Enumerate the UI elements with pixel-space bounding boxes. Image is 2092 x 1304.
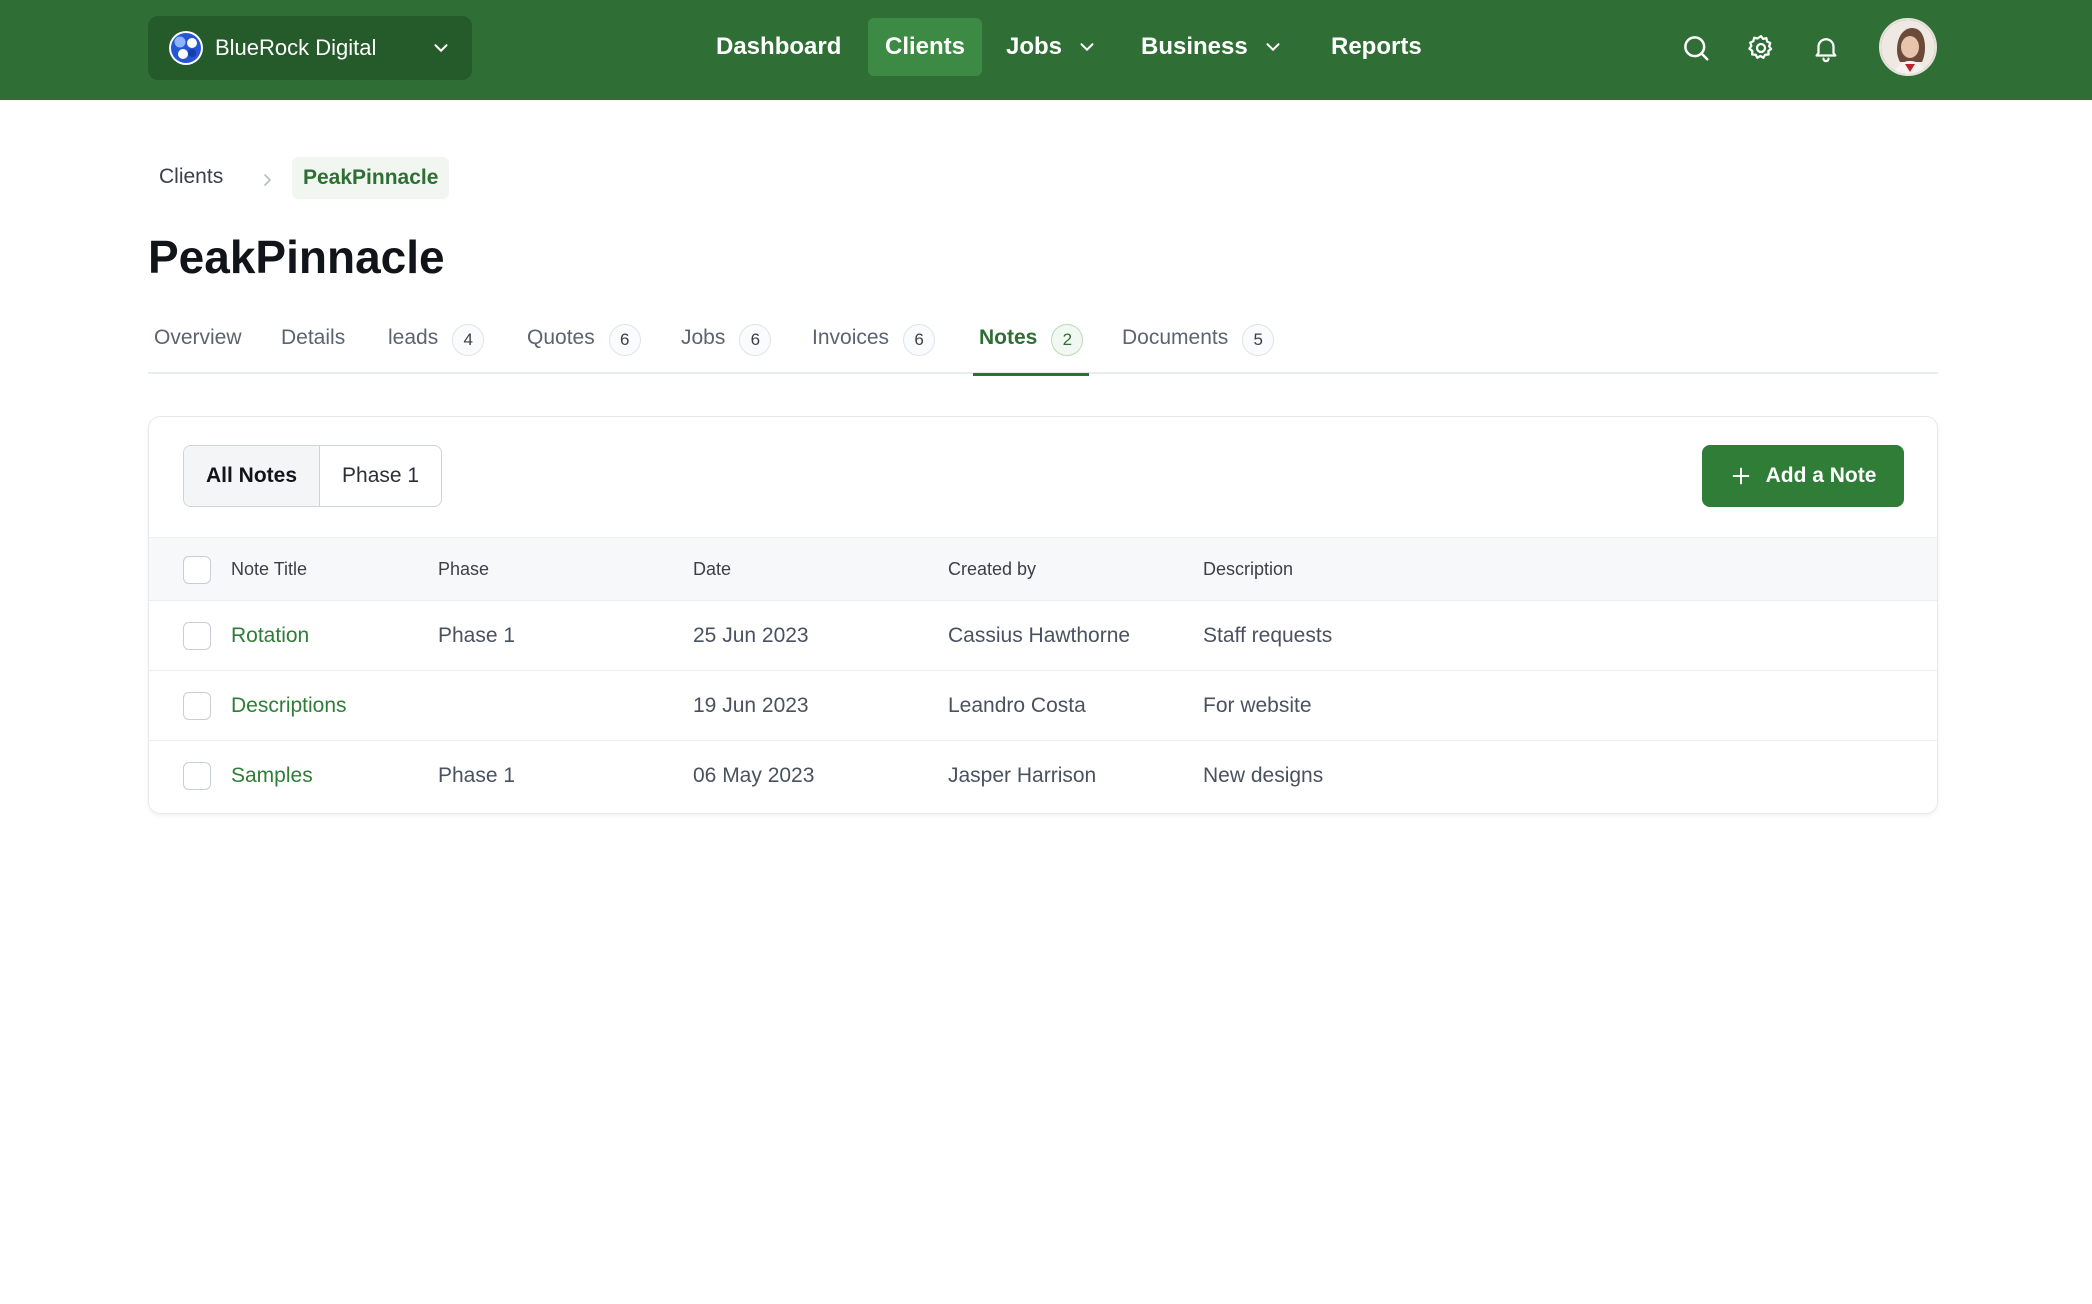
top-navbar: BlueRock Digital Dashboard Clients Jobs … xyxy=(0,0,2092,100)
note-date: 19 Jun 2023 xyxy=(693,693,809,717)
breadcrumb-clients-link[interactable]: Clients xyxy=(159,165,223,189)
tab-label: Invoices xyxy=(812,326,890,349)
workspace-switcher[interactable]: BlueRock Digital xyxy=(148,16,472,80)
column-header-note-title[interactable]: Note Title xyxy=(231,538,307,600)
search-button[interactable] xyxy=(1676,28,1716,68)
tab-notes[interactable]: Notes 2 xyxy=(972,318,1090,376)
column-header-description[interactable]: Description xyxy=(1203,538,1293,600)
note-title-link[interactable]: Samples xyxy=(231,741,313,811)
add-note-button[interactable]: Add a Note xyxy=(1702,445,1904,507)
tab-count-badge: 4 xyxy=(452,324,485,356)
breadcrumb-current: PeakPinnacle xyxy=(292,157,450,199)
tab-count-badge: 2 xyxy=(1051,324,1084,356)
notifications-button[interactable] xyxy=(1806,28,1846,68)
tab-count-badge: 6 xyxy=(903,324,936,356)
select-all-checkbox[interactable] xyxy=(183,556,211,584)
table-row[interactable]: Samples Phase 1 06 May 2023 Jasper Harri… xyxy=(149,741,1937,811)
tab-label: Documents xyxy=(1122,326,1229,349)
column-header-created-by[interactable]: Created by xyxy=(948,538,1036,600)
note-description: New designs xyxy=(1203,764,1324,787)
chevron-right-icon xyxy=(264,174,271,186)
user-avatar-icon xyxy=(1881,20,1935,74)
tab-count-badge: 5 xyxy=(1242,324,1275,356)
bell-icon xyxy=(1815,38,1837,63)
tab-label: Details xyxy=(281,326,346,349)
search-icon xyxy=(1684,36,1709,61)
tab-count-badge: 6 xyxy=(608,324,641,356)
column-header-phase[interactable]: Phase xyxy=(438,538,489,600)
note-created-by: Cassius Hawthorne xyxy=(948,623,1131,647)
tab-count-badge: 6 xyxy=(739,324,772,356)
chevron-down-icon xyxy=(1266,43,1280,51)
nav-label: Jobs xyxy=(1006,33,1063,60)
table-row[interactable]: Descriptions 19 Jun 2023 Leandro Costa F… xyxy=(149,671,1937,741)
nav-business[interactable]: Business xyxy=(1124,18,1301,76)
note-title-link[interactable]: Descriptions xyxy=(231,671,347,740)
tab-label: Quotes xyxy=(527,326,595,349)
tab-label: Notes xyxy=(979,326,1038,349)
nav-reports[interactable]: Reports xyxy=(1314,18,1439,76)
row-checkbox[interactable] xyxy=(183,762,211,790)
filter-all-notes[interactable]: All Notes xyxy=(184,446,320,506)
tab-details[interactable]: Details xyxy=(281,318,345,374)
nav-label: Dashboard xyxy=(716,33,842,60)
tab-overview[interactable]: Overview xyxy=(154,318,242,374)
filter-phase-1[interactable]: Phase 1 xyxy=(319,446,441,506)
note-date: 25 Jun 2023 xyxy=(693,623,809,647)
settings-button[interactable] xyxy=(1741,28,1781,68)
chevron-down-icon xyxy=(434,44,448,52)
client-tabs: Overview Details leads 4 Quotes 6 Jobs 6… xyxy=(148,318,1938,376)
tab-label: leads xyxy=(388,326,439,349)
note-phase: Phase 1 xyxy=(438,764,516,787)
add-note-label: Add a Note xyxy=(1765,464,1877,487)
tab-quotes[interactable]: Quotes 6 xyxy=(527,318,641,374)
nav-label: Business xyxy=(1141,33,1248,60)
notes-filter-group: All Notes Phase 1 xyxy=(183,445,443,507)
chevron-down-icon xyxy=(1080,43,1094,51)
breadcrumb-current-label: PeakPinnacle xyxy=(303,166,439,189)
note-phase: Phase 1 xyxy=(438,623,516,647)
tab-jobs[interactable]: Jobs 6 xyxy=(681,318,772,374)
row-checkbox[interactable] xyxy=(183,622,211,650)
plus-icon xyxy=(1732,467,1749,485)
row-checkbox[interactable] xyxy=(183,692,211,720)
workspace-logo-icon xyxy=(169,31,203,65)
avatar[interactable] xyxy=(1879,18,1937,76)
column-header-date[interactable]: Date xyxy=(693,538,731,600)
tab-invoices[interactable]: Invoices 6 xyxy=(812,318,936,374)
page-title: PeakPinnacle xyxy=(148,231,445,283)
note-description: For website xyxy=(1203,693,1312,717)
notes-card: All Notes Phase 1 Add a Note Note Title … xyxy=(148,416,1938,814)
tab-leads[interactable]: leads 4 xyxy=(388,318,485,374)
note-created-by: Jasper Harrison xyxy=(948,764,1097,787)
tab-label: Jobs xyxy=(681,326,726,349)
note-title-link[interactable]: Rotation xyxy=(231,601,309,670)
nav-label: Clients xyxy=(885,33,966,60)
gear-icon xyxy=(1748,35,1773,59)
note-created-by: Leandro Costa xyxy=(948,693,1086,717)
tab-documents[interactable]: Documents 5 xyxy=(1122,318,1275,374)
workspace-name: BlueRock Digital xyxy=(215,35,377,60)
nav-jobs[interactable]: Jobs xyxy=(989,18,1115,76)
tab-label: Overview xyxy=(154,326,242,349)
note-description: Staff requests xyxy=(1203,623,1333,647)
note-date: 06 May 2023 xyxy=(693,764,815,787)
nav-clients[interactable]: Clients xyxy=(868,18,983,76)
nav-label: Reports xyxy=(1331,33,1422,60)
table-row[interactable]: Rotation Phase 1 25 Jun 2023 Cassius Haw… xyxy=(149,601,1937,671)
table-header: Note Title Phase Date Created by Descrip… xyxy=(149,537,1937,601)
nav-dashboard[interactable]: Dashboard xyxy=(699,18,858,76)
